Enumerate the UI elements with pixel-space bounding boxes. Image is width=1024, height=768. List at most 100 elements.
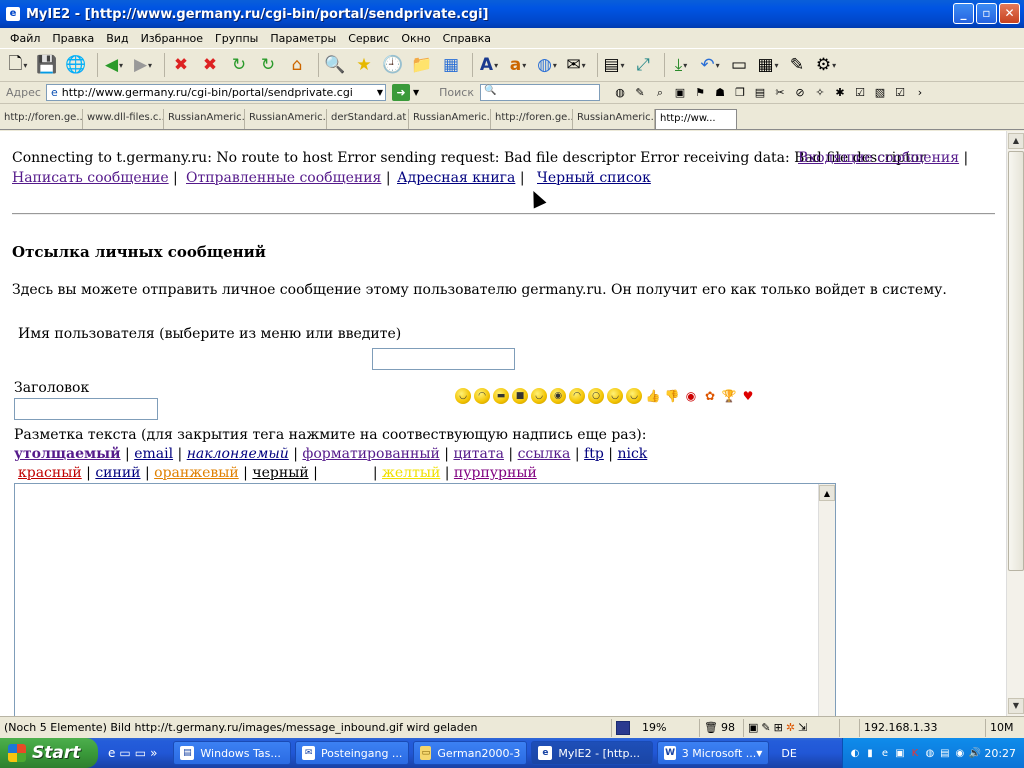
quicklaunch-ie-icon[interactable]: e: [108, 746, 115, 760]
more-icon[interactable]: ›: [912, 85, 928, 101]
username-input[interactable]: [372, 348, 515, 370]
go-dropdown-icon[interactable]: ▼: [413, 88, 419, 97]
undo-icon[interactable]: ↶: [698, 53, 722, 77]
thumbs-up-icon[interactable]: 👍: [645, 388, 661, 404]
sad-icon[interactable]: ◠: [569, 388, 585, 404]
tab-item[interactable]: http://foren.ge...: [0, 109, 83, 129]
language-indicator[interactable]: DE: [781, 747, 796, 760]
title-bar[interactable]: e MyIE2 - [http://www.germany.ru/cgi-bin…: [0, 0, 1024, 28]
flash-icon[interactable]: ☗: [712, 85, 728, 101]
heart-icon[interactable]: ♥: [740, 388, 756, 404]
tab-item-active[interactable]: http://ww...: [655, 109, 737, 129]
subject-input[interactable]: [14, 398, 158, 420]
menu-groups[interactable]: Группы: [209, 32, 264, 45]
tab-item[interactable]: http://foren.ge...: [491, 109, 573, 129]
history-icon[interactable]: 🕘: [381, 53, 405, 77]
tools-icon[interactable]: ✂: [772, 85, 788, 101]
task-windows-task[interactable]: ▤ Windows Tas...: [173, 741, 292, 765]
tab-item[interactable]: RussianAmeric...: [245, 109, 327, 129]
tray-icon-8[interactable]: ◉: [954, 747, 966, 760]
blacklist-link[interactable]: Черный список: [537, 170, 651, 186]
task-myie2[interactable]: e MyIE2 - [http...: [531, 741, 654, 765]
menu-edit[interactable]: Правка: [46, 32, 100, 45]
kiss-icon[interactable]: ◉: [683, 388, 699, 404]
highlight-icon[interactable]: ✎: [632, 85, 648, 101]
black-color-link[interactable]: черный: [252, 465, 308, 481]
scroll-up-icon[interactable]: ▲: [1008, 133, 1024, 149]
menu-file[interactable]: Файл: [4, 32, 46, 45]
tab-item[interactable]: RussianAmeric...: [164, 109, 245, 129]
task-microsoft-word[interactable]: W3 Microsoft ... ▼: [657, 741, 770, 765]
wink-icon[interactable]: ◡: [626, 388, 642, 404]
task-german2000[interactable]: ▭ German2000-3: [413, 741, 528, 765]
message-textarea[interactable]: ▲: [14, 483, 836, 716]
start-button[interactable]: Start: [0, 738, 98, 768]
formatted-tag-link[interactable]: форматированный: [302, 446, 439, 462]
image-icon[interactable]: ▣: [672, 85, 688, 101]
maximize-button[interactable]: ▫: [976, 3, 997, 24]
search-icon[interactable]: 🔍: [323, 53, 347, 77]
encoding-icon[interactable]: a: [506, 53, 530, 77]
compass-icon[interactable]: ⊘: [792, 85, 808, 101]
blue-color-link[interactable]: синий: [95, 465, 140, 481]
globe-icon[interactable]: ◍: [535, 53, 559, 77]
trophy-icon[interactable]: 🏆: [721, 388, 737, 404]
textarea-scroll-up-icon[interactable]: ▲: [819, 485, 835, 501]
scroll-thumb[interactable]: [1008, 151, 1024, 571]
stop-all-icon[interactable]: ✖: [198, 53, 222, 77]
volume-icon[interactable]: 🔊: [969, 747, 981, 760]
bold-tag-link[interactable]: утолщаемый: [14, 446, 121, 462]
addressbook-link[interactable]: Адресная книга: [397, 170, 515, 186]
forward-icon[interactable]: ▶: [131, 53, 155, 77]
tab-item[interactable]: RussianAmeric...: [409, 109, 491, 129]
tray-icon-6[interactable]: ◍: [924, 747, 936, 760]
tray-icon-7[interactable]: ▤: [939, 747, 951, 760]
web-save-icon[interactable]: 🌐: [64, 53, 88, 77]
nick-tag-link[interactable]: nick: [617, 446, 647, 462]
stop-icon[interactable]: ✖: [169, 53, 193, 77]
note-icon[interactable]: ☑: [892, 85, 908, 101]
font-size-icon[interactable]: A: [477, 53, 501, 77]
mail-icon[interactable]: ✉: [564, 53, 588, 77]
compose-link[interactable]: Написать сообщение: [12, 170, 169, 186]
menu-favorites[interactable]: Избранное: [135, 32, 209, 45]
tongue-icon[interactable]: ◡: [607, 388, 623, 404]
flower-icon[interactable]: ✿: [702, 388, 718, 404]
close-button[interactable]: ✕: [999, 3, 1020, 24]
tray-icon-1[interactable]: ◐: [849, 747, 861, 760]
status-edit-icon[interactable]: ✎: [761, 721, 770, 734]
new-window-icon[interactable]: 🗋: [6, 53, 30, 77]
laugh-icon[interactable]: ◉: [550, 388, 566, 404]
copy-icon[interactable]: ❐: [732, 85, 748, 101]
script-icon[interactable]: ⚑: [692, 85, 708, 101]
grin-icon[interactable]: ▬: [493, 388, 509, 404]
tab-item[interactable]: RussianAmeric...: [573, 109, 655, 129]
clip-icon[interactable]: ▤: [752, 85, 768, 101]
options-icon[interactable]: ⚙: [814, 53, 838, 77]
notes-icon[interactable]: ▦: [439, 53, 463, 77]
home-icon[interactable]: ⌂: [285, 53, 309, 77]
tray-icon-3[interactable]: e: [879, 747, 891, 760]
quote-tag-link[interactable]: цитата: [453, 446, 504, 462]
quicklaunch-folder-icon[interactable]: ▭: [119, 746, 130, 760]
edit-icon[interactable]: ✎: [785, 53, 809, 77]
textarea-scrollbar[interactable]: ▲: [818, 484, 835, 716]
fullscreen-icon[interactable]: ⤢: [631, 53, 655, 77]
engine-icon[interactable]: ◍: [612, 85, 628, 101]
check-icon[interactable]: ☑: [852, 85, 868, 101]
orange-color-link[interactable]: оранжевый: [154, 465, 239, 481]
menu-view[interactable]: Вид: [100, 32, 134, 45]
white-color-link[interactable]: белый: [322, 465, 368, 481]
proxy-icon[interactable]: ▤: [602, 53, 626, 77]
yellow-color-link[interactable]: желтый: [382, 465, 440, 481]
popup-icon[interactable]: ✱: [832, 85, 848, 101]
frown-icon[interactable]: ◠: [474, 388, 490, 404]
go-button-icon[interactable]: ➜: [392, 84, 410, 101]
tab-item[interactable]: derStandard.at: [327, 109, 409, 129]
link-tag-link[interactable]: ссылка: [518, 446, 571, 462]
download-icon[interactable]: ⤓: [669, 53, 693, 77]
save-icon[interactable]: 💾: [35, 53, 59, 77]
address-input[interactable]: e http://www.germany.ru/cgi-bin/portal/s…: [46, 84, 386, 101]
menu-tools[interactable]: Сервис: [342, 32, 395, 45]
blush-icon[interactable]: ◡: [531, 388, 547, 404]
